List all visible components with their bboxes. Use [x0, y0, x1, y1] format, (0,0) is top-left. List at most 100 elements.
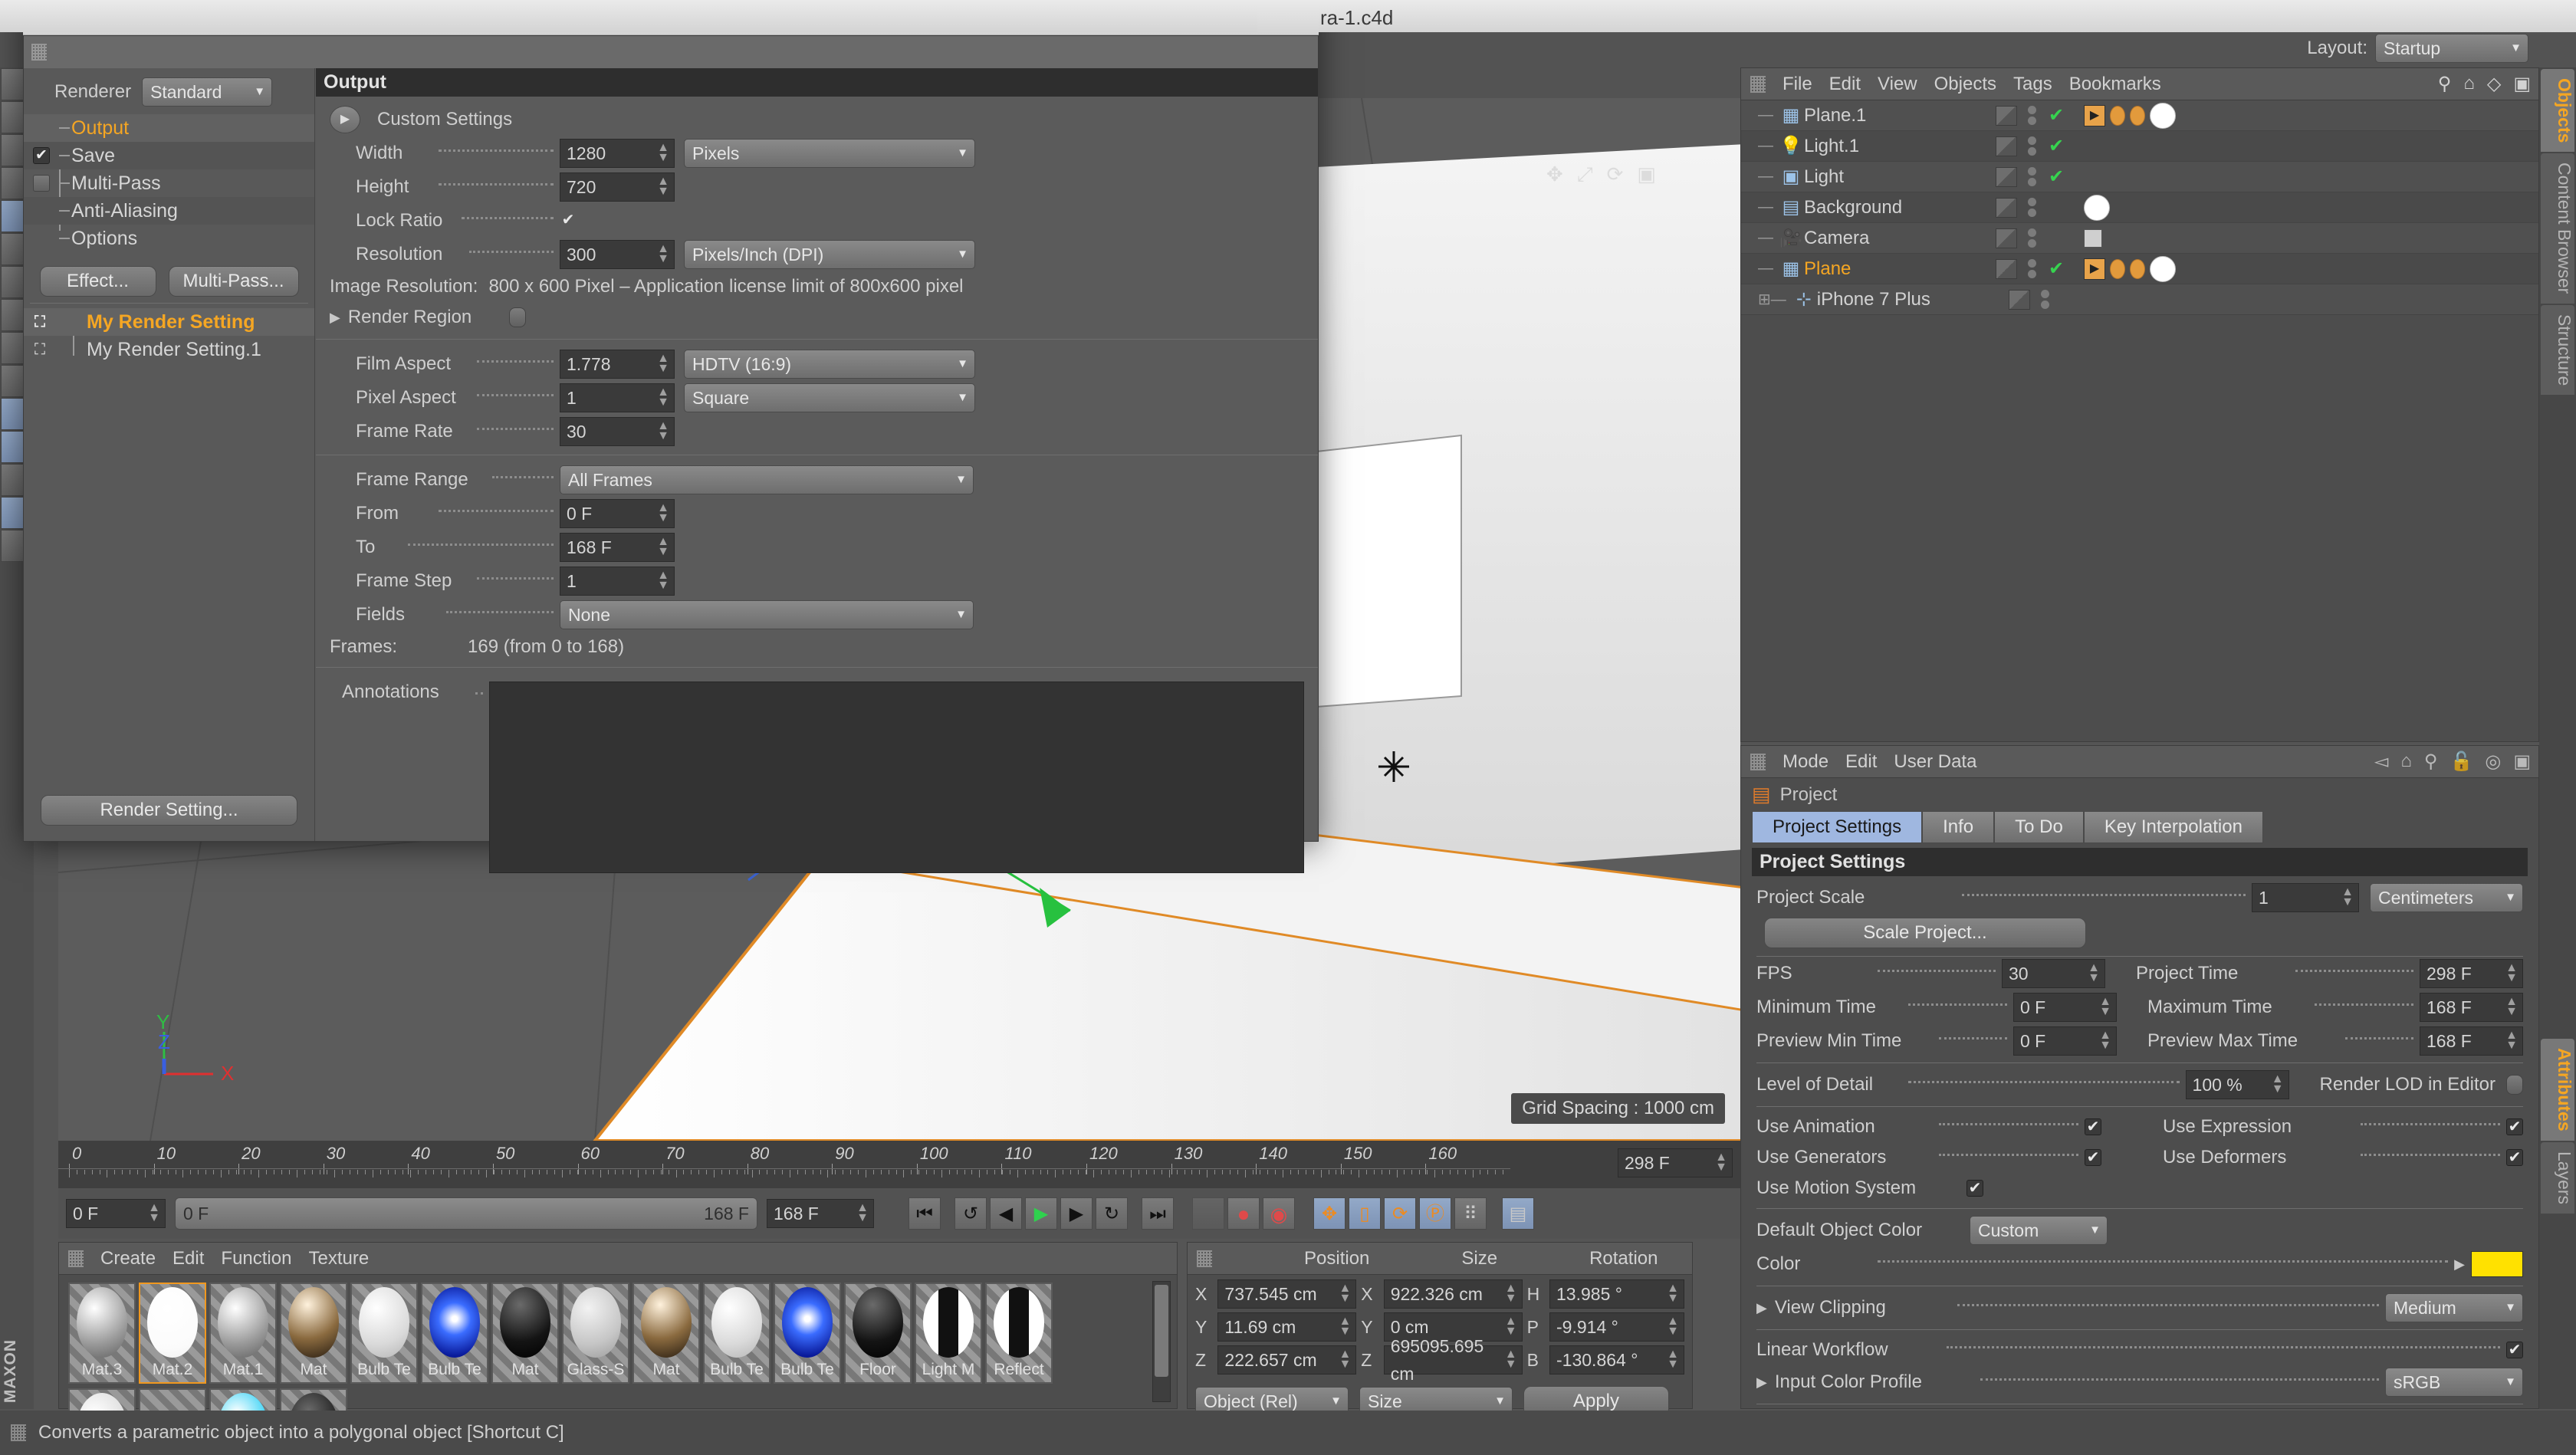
visibility-dots[interactable] — [2028, 228, 2036, 248]
visibility-dot[interactable] — [2041, 290, 2049, 298]
linear-workflow-checkbox[interactable]: ✔ — [2506, 1342, 2523, 1358]
tree-expand-icon[interactable]: — — [1758, 199, 1773, 216]
attr-menu-edit[interactable]: Edit — [1845, 751, 1877, 773]
film-aspect-field[interactable]: 1.778 ▲▼ — [560, 350, 675, 379]
use-expression-checkbox[interactable]: ✔ — [2506, 1118, 2523, 1135]
timeline-end-field[interactable]: 298 F ▲▼ — [1618, 1148, 1733, 1177]
visibility-dot[interactable] — [2041, 301, 2049, 309]
rotate-icon[interactable]: ⟳ — [1607, 163, 1624, 187]
table-row[interactable]: ⊞—⊹iPhone 7 Plus — [1741, 284, 2538, 315]
material-scrollbar-thumb[interactable] — [1155, 1285, 1168, 1377]
panel-grip-icon[interactable] — [68, 1250, 84, 1267]
search-icon[interactable]: ⚲ — [2424, 750, 2438, 773]
layer-swatch[interactable] — [1996, 167, 2017, 187]
layer-swatch[interactable] — [1996, 259, 2017, 279]
orange-tag[interactable] — [2130, 106, 2145, 126]
stepper-icon[interactable]: ▲▼ — [657, 143, 669, 163]
tab-info[interactable]: Info — [1922, 811, 1994, 843]
stepper-icon[interactable]: ▲▼ — [657, 388, 669, 408]
table-row[interactable]: —🎥Camera — [1741, 223, 2538, 254]
layer-swatch[interactable] — [1996, 136, 2017, 156]
frame-rate-field[interactable]: 30 ▲▼ — [560, 417, 675, 446]
stepper-icon[interactable]: ▲▼ — [657, 354, 669, 374]
material-cell[interactable]: Floor — [844, 1283, 912, 1384]
minimum-time-field[interactable]: 0 F ▲▼ — [2013, 993, 2117, 1022]
tree-expand-icon[interactable]: — — [1758, 137, 1773, 155]
stepper-icon[interactable]: ▲▼ — [657, 571, 669, 591]
home-icon[interactable]: ⌂ — [2463, 73, 2475, 95]
stepper-icon[interactable]: ▲▼ — [2272, 1075, 2284, 1095]
stepper-icon[interactable]: ▲▼ — [657, 177, 669, 197]
timeline-ruler[interactable]: 0102030405060708090100110120130140150160… — [58, 1141, 1740, 1188]
visibility-dot[interactable] — [2028, 198, 2036, 206]
render-nav-checkbox-save[interactable]: ✔ — [33, 147, 50, 164]
layer-swatch[interactable] — [2009, 290, 2030, 310]
material-cell[interactable]: Mat.1 — [209, 1283, 277, 1384]
visibility-dot[interactable] — [2028, 147, 2036, 156]
timeline-toggle-icon[interactable]: ▤ — [1502, 1197, 1534, 1230]
record-position-icon[interactable]: ✥ — [1313, 1197, 1346, 1230]
tab-project-settings[interactable]: Project Settings — [1752, 811, 1922, 843]
panel-grip-icon[interactable] — [1750, 754, 1766, 770]
pixel-aspect-field[interactable]: 1 ▲▼ — [560, 383, 675, 412]
material-cell[interactable]: Bulb Te — [703, 1283, 770, 1384]
stepper-icon[interactable]: ▲▼ — [657, 245, 669, 264]
stepper-icon[interactable]: ▲▼ — [148, 1204, 160, 1223]
keyframe-selection-icon[interactable]: ⠿ — [1454, 1197, 1487, 1230]
panel-grip-icon[interactable] — [1197, 1250, 1212, 1267]
maximum-time-field[interactable]: 168 F ▲▼ — [2420, 993, 2523, 1022]
frame-range-slider[interactable]: 0 F 168 F — [175, 1197, 757, 1230]
effect-button[interactable]: Effect... — [40, 266, 156, 297]
object-menu-file[interactable]: File — [1783, 74, 1812, 95]
renderer-dropdown[interactable]: Standard ▼ — [142, 77, 272, 107]
stepper-icon[interactable]: ▲▼ — [1339, 1317, 1351, 1337]
visibility-dot[interactable] — [2028, 178, 2036, 186]
material-cell[interactable]: Mat.2 — [139, 1283, 206, 1384]
visibility-dots[interactable] — [2028, 198, 2036, 217]
table-row[interactable]: —▣Light✔ — [1741, 162, 2538, 192]
visibility-dots[interactable] — [2028, 106, 2036, 125]
coord-rotation-field[interactable]: 13.985 °▲▼ — [1549, 1279, 1684, 1309]
stepper-icon[interactable]: ▲▼ — [657, 422, 669, 442]
visibility-dot[interactable] — [2028, 117, 2036, 125]
panel-grip-icon[interactable] — [11, 1424, 26, 1441]
render-lod-toggle[interactable] — [2506, 1075, 2523, 1095]
stepper-icon[interactable]: ▲▼ — [1667, 1284, 1679, 1304]
object-menu-tags[interactable]: Tags — [2013, 74, 2052, 95]
autokeying-button[interactable]: ◉ — [1263, 1197, 1295, 1230]
search-icon[interactable]: ⚲ — [2438, 73, 2452, 95]
coord-rotation-field[interactable]: -9.914 °▲▼ — [1549, 1312, 1684, 1342]
stepper-icon[interactable]: ▲▼ — [2505, 997, 2518, 1017]
visibility-dots[interactable] — [2041, 290, 2049, 309]
material-menu-create[interactable]: Create — [100, 1248, 156, 1269]
stepper-icon[interactable]: ▲▼ — [856, 1204, 869, 1223]
material-tag[interactable] — [2150, 103, 2176, 129]
frame-range-dropdown[interactable]: All Frames ▼ — [560, 465, 974, 494]
record-rotation-icon[interactable]: ⟳ — [1384, 1197, 1416, 1230]
render-region-toggle[interactable] — [509, 307, 526, 327]
height-field[interactable]: 720 ▲▼ — [560, 172, 675, 202]
record-scale-icon[interactable]: ▯ — [1349, 1197, 1381, 1230]
material-menu-texture[interactable]: Texture — [308, 1248, 369, 1269]
render-nav-item-options[interactable]: Options — [24, 225, 314, 252]
table-row[interactable]: —▦Plane.1✔▶ — [1741, 100, 2538, 131]
table-row[interactable]: —▦Plane✔▶ — [1741, 254, 2538, 284]
side-tab-objects[interactable]: Objects — [2541, 69, 2574, 152]
orange-tag[interactable] — [2110, 106, 2125, 126]
project-time-field[interactable]: 298 F ▲▼ — [2420, 959, 2523, 988]
layer-swatch[interactable] — [1996, 228, 2017, 248]
stepper-icon[interactable]: ▲▼ — [2505, 1031, 2518, 1051]
object-tree[interactable]: —▦Plane.1✔▶—💡Light.1✔—▣Light✔—▤Backgroun… — [1741, 100, 2538, 315]
visibility-dots[interactable] — [2028, 167, 2036, 186]
material-cell[interactable]: Mat — [280, 1283, 347, 1384]
project-scale-unit-dropdown[interactable]: Centimeters ▼ — [2370, 883, 2523, 912]
panel-minimize-icon[interactable]: ▣ — [2513, 750, 2531, 773]
goto-start-button[interactable]: ⏮ — [909, 1197, 941, 1230]
material-menu-edit[interactable]: Edit — [172, 1248, 204, 1269]
object-tags[interactable] — [2084, 229, 2102, 248]
view-clipping-dropdown[interactable]: Medium ▼ — [2385, 1293, 2523, 1322]
protection-tag[interactable] — [2084, 229, 2102, 248]
fps-field[interactable]: 30 ▲▼ — [2002, 959, 2105, 988]
stepper-icon[interactable]: ▲▼ — [1505, 1284, 1517, 1304]
width-field[interactable]: 1280 ▲▼ — [560, 139, 675, 168]
